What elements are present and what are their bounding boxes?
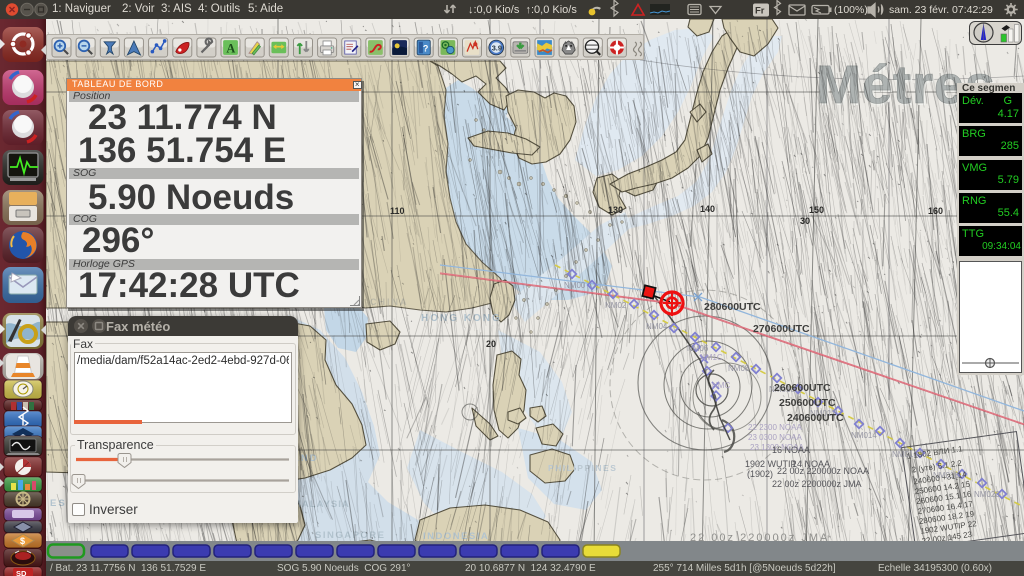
svg-text:SD: SD <box>16 569 27 576</box>
svg-text:22 00z 220000z NOAA: 22 00z 220000z NOAA <box>777 466 869 476</box>
svg-text:NM04: NM04 <box>646 322 668 331</box>
svg-text:250600UTC: 250600UTC <box>779 397 836 409</box>
svg-text:NM020: NM020 <box>974 490 1000 499</box>
svg-text:NM00: NM00 <box>564 281 586 290</box>
svg-text:NM06: NM06 <box>687 344 709 353</box>
svg-text:240600UTC: 240600UTC <box>787 412 844 424</box>
svg-text:A: A <box>226 41 235 55</box>
svg-text:NM02: NM02 <box>605 301 627 310</box>
svg-text:NM08: NM08 <box>728 364 750 373</box>
svg-text:NMC: NMC <box>712 381 730 390</box>
svg-text:CHINA: CHINA <box>370 297 409 307</box>
svg-text:Fr: Fr <box>755 6 765 17</box>
svg-text:NM014: NM014 <box>851 431 877 440</box>
svg-text:3.9: 3.9 <box>492 43 502 52</box>
svg-text:(1902): (1902) <box>747 469 773 479</box>
svg-text:280600UTC: 280600UTC <box>704 301 761 313</box>
svg-text:NM1C: NM1C <box>700 353 723 362</box>
svg-text:22 00z 2200000z JMA: 22 00z 2200000z JMA <box>772 479 862 489</box>
svg-text:?: ? <box>423 44 429 54</box>
svg-text:23 0300 NOAA: 23 0300 NOAA <box>748 433 802 442</box>
svg-text:16 NOAA: 16 NOAA <box>772 445 810 455</box>
svg-text:$: $ <box>20 536 25 546</box>
svg-text:22 2300 NOAA: 22 2300 NOAA <box>748 423 802 432</box>
svg-text:270600UTC: 270600UTC <box>753 323 810 335</box>
svg-text:260600UTC: 260600UTC <box>774 382 831 394</box>
